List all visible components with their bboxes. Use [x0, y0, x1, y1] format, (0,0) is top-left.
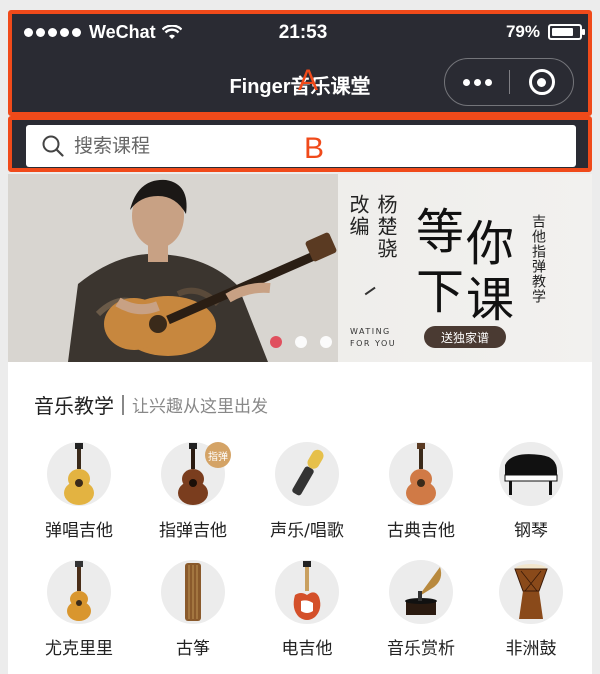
- category-item[interactable]: 古典吉他: [366, 442, 476, 552]
- music-teaching-section: 音乐教学 让兴趣从这里出发 弹唱吉他 指弹 指弹吉他 声乐/唱歌 古典吉他 钢琴 尤克里里古…: [8, 362, 592, 674]
- banner-slash-decoration: [364, 286, 376, 295]
- fingerstyle-guitar-icon: 指弹: [161, 442, 231, 506]
- category-item[interactable]: 钢琴: [476, 442, 586, 552]
- gramophone-icon: [389, 560, 453, 624]
- pager-dot[interactable]: [320, 336, 332, 348]
- banner-english-line2: FOR YOU: [350, 339, 397, 348]
- microphone-icon: [275, 442, 339, 506]
- category-item[interactable]: 声乐/唱歌: [252, 442, 362, 552]
- acoustic-guitar-icon: [47, 442, 111, 506]
- category-label: 尤克里里: [45, 639, 113, 659]
- header-region-a: WeChat 21:53 79% Finger音乐课堂 A: [8, 10, 592, 116]
- category-label: 钢琴: [514, 521, 548, 541]
- piano-icon: [499, 442, 563, 506]
- ukulele-icon: [47, 560, 111, 624]
- category-item[interactable]: 古筝: [138, 560, 248, 670]
- djembe-icon: [499, 560, 563, 624]
- section-title: 音乐教学: [34, 394, 114, 418]
- guzheng-icon: [161, 560, 225, 624]
- search-region-b: B: [8, 116, 592, 172]
- category-item[interactable]: 指弹指弹吉他: [138, 442, 248, 552]
- pager-dot[interactable]: [270, 336, 282, 348]
- classical-guitar-icon: [389, 442, 453, 506]
- banner-side-text: 吉他指弹教学: [530, 214, 546, 304]
- section-subtitle: 让兴趣从这里出发: [132, 397, 268, 417]
- promo-banner[interactable]: 改编 杨楚骁 等 你 下 课 吉他指弹教学 WATING FOR YOU 送独家…: [8, 174, 592, 362]
- guitarist-photo: [8, 174, 338, 362]
- category-item[interactable]: 电吉他: [252, 560, 362, 670]
- category-item[interactable]: 弹唱吉他: [24, 442, 134, 552]
- banner-headline-char-4: 课: [466, 272, 515, 328]
- category-label: 古筝: [176, 639, 210, 659]
- category-label: 声乐/唱歌: [270, 521, 344, 541]
- banner-english-line1: WATING: [350, 327, 391, 336]
- electric-guitar-icon: [275, 560, 339, 624]
- section-header: 音乐教学 让兴趣从这里出发: [34, 390, 268, 419]
- category-label: 弹唱吉他: [45, 521, 113, 541]
- status-time: 21:53: [278, 22, 328, 43]
- section-divider: [122, 394, 124, 415]
- annotation-label-a: A: [298, 64, 319, 97]
- mini-program-capsule: [444, 58, 574, 106]
- battery-group: 79%: [505, 22, 585, 42]
- category-label: 古典吉他: [387, 521, 455, 541]
- banner-adapter-label: 改编: [346, 194, 370, 238]
- battery-fill: [552, 28, 573, 36]
- close-button[interactable]: [510, 59, 573, 105]
- status-bar: WeChat 21:53 79%: [24, 18, 585, 46]
- banner-headline-char-3: 下: [416, 264, 465, 320]
- category-item[interactable]: 非洲鼓: [476, 560, 586, 670]
- search-icon: [42, 135, 64, 157]
- banner-english-text: WATING FOR YOU: [350, 326, 396, 350]
- target-icon: [528, 69, 555, 95]
- category-label: 指弹吉他: [159, 521, 227, 541]
- category-label: 音乐赏析: [387, 639, 455, 659]
- category-item[interactable]: 音乐赏析: [366, 560, 476, 670]
- more-button[interactable]: [445, 59, 509, 105]
- category-badge: 指弹: [205, 442, 231, 468]
- banner-author-name: 杨楚骁: [374, 194, 398, 260]
- search-box[interactable]: [26, 125, 576, 167]
- category-label: 电吉他: [281, 639, 333, 659]
- annotation-label-b: B: [304, 132, 325, 165]
- category-label: 非洲鼓: [505, 639, 557, 659]
- category-item[interactable]: 尤克里里: [24, 560, 134, 670]
- pager-dot[interactable]: [295, 336, 307, 348]
- battery-percent: 79%: [505, 22, 540, 41]
- battery-icon: [548, 24, 585, 40]
- banner-pagination: [270, 336, 332, 348]
- banner-cta-button[interactable]: 送独家谱: [424, 326, 506, 348]
